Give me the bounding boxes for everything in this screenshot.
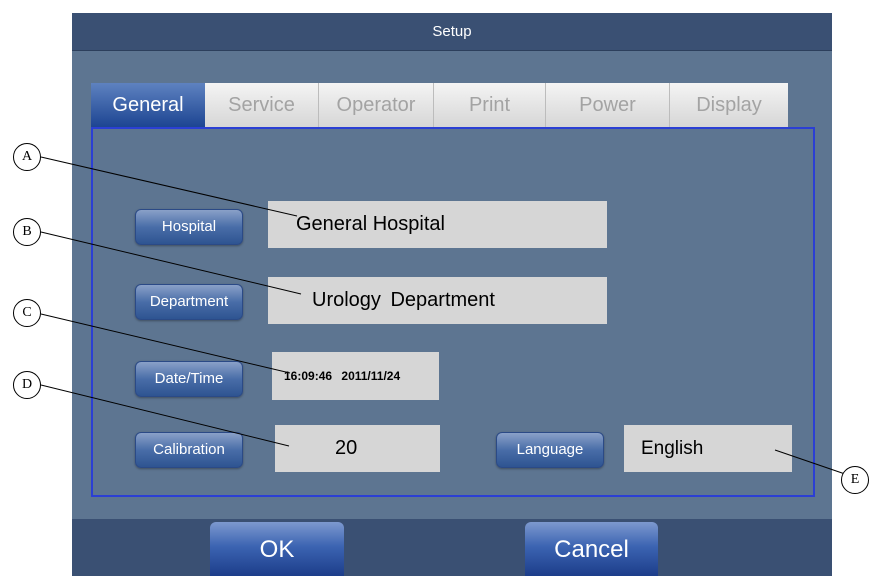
callout-c-line: [40, 313, 291, 374]
callout-d: D: [13, 371, 41, 399]
callout-c: C: [13, 299, 41, 327]
callout-b: B: [13, 218, 41, 246]
callout-e: E: [841, 466, 869, 494]
callout-d-line: [40, 384, 290, 447]
callout-e-line: [774, 449, 846, 475]
callout-leader-lines: [40, 156, 846, 475]
callout-a-line: [40, 156, 298, 217]
callout-b-line: [40, 231, 302, 295]
callout-a: A: [13, 143, 41, 171]
